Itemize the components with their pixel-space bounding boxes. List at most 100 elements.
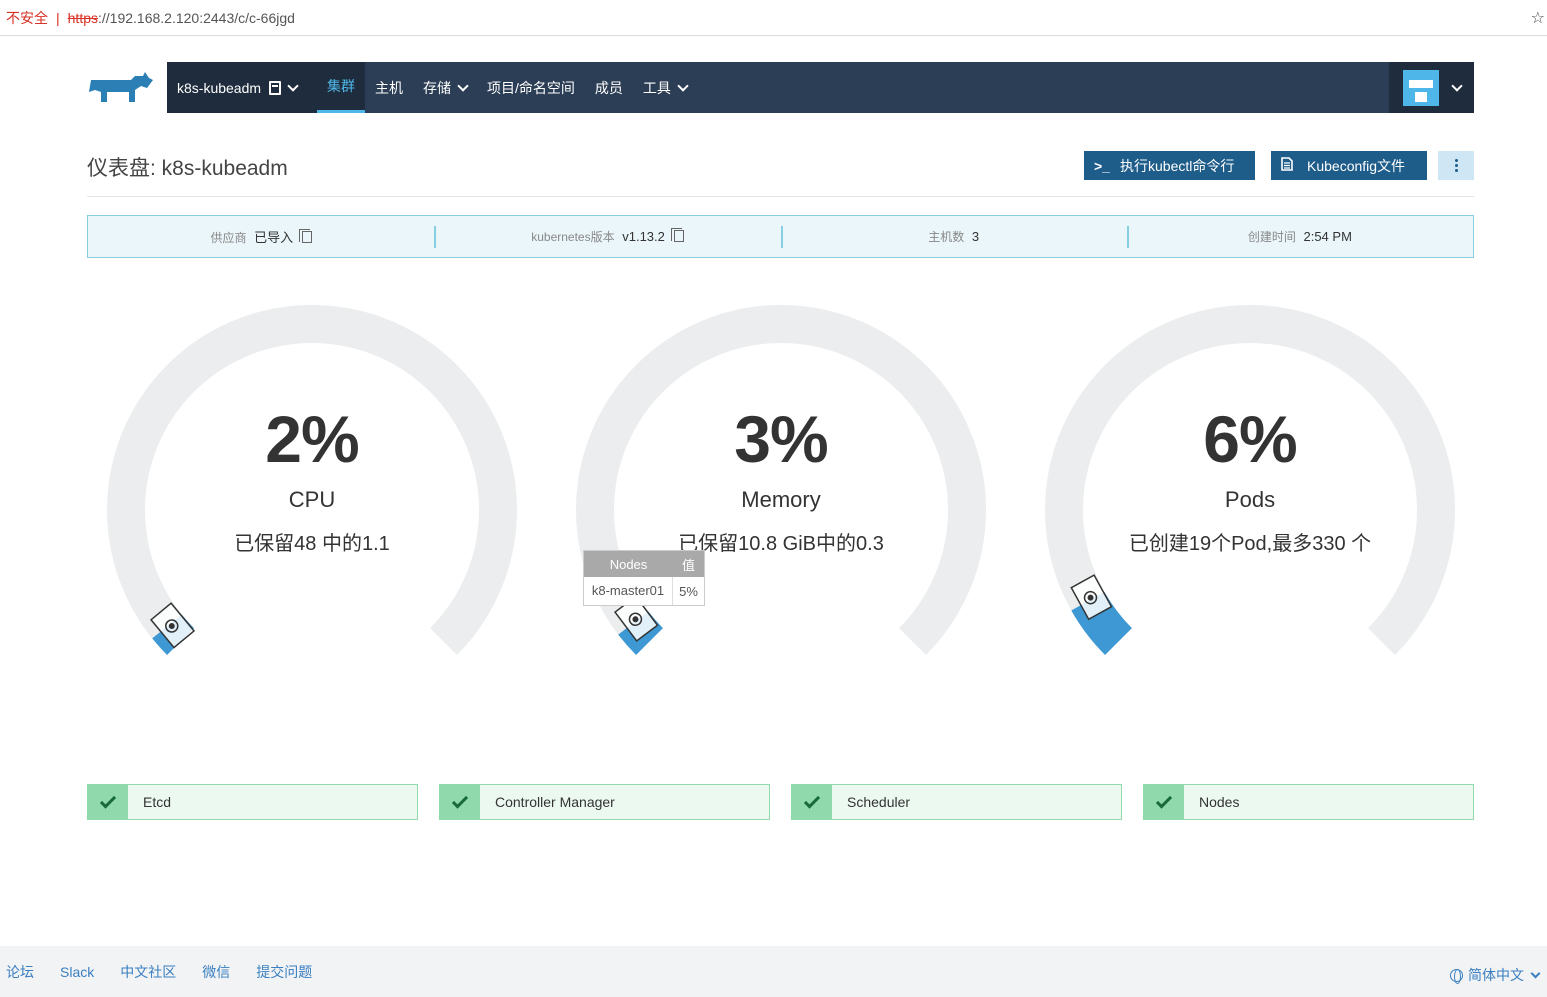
- gauge-arc: [107, 305, 517, 655]
- nav-item-label: 集群: [327, 78, 355, 94]
- component-status-scheduler: Scheduler: [791, 784, 1122, 820]
- component-status-controller-manager: Controller Manager: [439, 784, 770, 820]
- more-dot: [1454, 164, 1458, 167]
- footer-link-slack[interactable]: Slack: [60, 964, 94, 980]
- tooltip-col-value: 值: [681, 557, 695, 573]
- globe-icon: [1450, 968, 1463, 984]
- more-dot: [1454, 169, 1458, 172]
- user-menu[interactable]: [1389, 62, 1474, 113]
- gauge-tooltip: Nodes 值 k8-master01 5%: [583, 550, 705, 606]
- nav-item-cluster[interactable]: 集群: [317, 62, 365, 113]
- chevron-down-icon: [457, 79, 469, 92]
- check-icon: [1144, 785, 1184, 819]
- footer-link-community[interactable]: 中文社区: [120, 962, 176, 982]
- cluster-name: k8s-kubeadm: [177, 79, 262, 96]
- provider-value: 已导入: [254, 230, 294, 245]
- gauge-arc: [1045, 305, 1455, 655]
- insecure-label: 不安全: [6, 9, 48, 26]
- bookmark-star-icon[interactable]: ☆: [1531, 8, 1545, 28]
- footer-link-issue[interactable]: 提交问题: [256, 962, 312, 982]
- page-title: 仪表盘: k8s-kubeadm: [87, 157, 288, 180]
- tooltip-node-name: k8-master01: [584, 577, 673, 605]
- rancher-cow-icon: [89, 71, 153, 102]
- k8s-version-label: kubernetes版本: [531, 230, 615, 244]
- kubectl-button-label: 执行kubectl命令行: [1120, 157, 1235, 174]
- created-value: 2:54 PM: [1303, 229, 1352, 244]
- copy-icon[interactable]: [298, 229, 312, 243]
- provider-label: 供应商: [210, 231, 247, 245]
- k8s-version-value: v1.13.2: [622, 229, 665, 244]
- nav-item-members[interactable]: 成员: [585, 62, 633, 113]
- header-divider: [87, 196, 1474, 197]
- component-status-nodes: Nodes: [1143, 784, 1474, 820]
- check-icon: [792, 785, 832, 819]
- component-label: Scheduler: [847, 794, 911, 810]
- hosts-label: 主机数: [928, 230, 965, 244]
- gauge-track: [107, 305, 517, 655]
- nav-item-label: 存储: [423, 79, 451, 96]
- component-status-etcd: Etcd: [87, 784, 418, 820]
- footer-link-wechat[interactable]: 微信: [202, 962, 230, 982]
- nav-item-projects[interactable]: 项目/命名空间: [477, 62, 585, 113]
- chevron-down-icon: [287, 79, 299, 92]
- gauge-label: Pods: [1224, 487, 1276, 512]
- avatar: [1402, 69, 1439, 106]
- rancher-logo[interactable]: [87, 62, 167, 113]
- gauge-percent: 2%: [265, 402, 359, 476]
- cluster-doc-icon: [269, 80, 282, 95]
- memory-gauge: 3% Memory 已保留10.8 GiB中的0.3: [576, 305, 986, 665]
- cluster-info-bar: 供应商 已导入 kubernetes版本 v1.13.2 主机数 3 创建时间 …: [87, 215, 1474, 258]
- more-actions-button[interactable]: [1438, 151, 1474, 180]
- hosts-value: 3: [971, 229, 980, 244]
- created-label: 创建时间: [1247, 230, 1296, 244]
- language-label: 简体中文: [1468, 967, 1524, 983]
- check-icon: [88, 785, 128, 819]
- chevron-down-icon: [1450, 79, 1463, 92]
- component-label: Nodes: [1199, 794, 1240, 810]
- url-text: ://192.168.2.120:2443/c/c-66jgd: [98, 9, 295, 26]
- more-dot: [1454, 159, 1458, 162]
- kubectl-shell-button[interactable]: >_ 执行kubectl命令行: [1084, 151, 1255, 180]
- url-scheme: https: [67, 9, 98, 26]
- nav-item-label: 工具: [642, 79, 671, 96]
- copy-icon[interactable]: [670, 228, 684, 242]
- gauge-track: [1045, 305, 1455, 655]
- gauge-percent: 3%: [734, 402, 828, 476]
- nav-item-hosts[interactable]: 主机: [365, 62, 413, 113]
- tooltip-col-nodes: Nodes: [609, 556, 648, 572]
- check-icon: [440, 785, 480, 819]
- footer: 论坛 Slack 中文社区 微信 提交问题 简体中文: [0, 946, 1547, 997]
- file-icon: [1281, 157, 1307, 174]
- info-hosts: 主机数 3: [780, 226, 1127, 248]
- pods-gauge: 6% Pods 已创建19个Pod,最多330 个: [1045, 305, 1455, 665]
- gauge-arc: [576, 305, 986, 655]
- gauge-description: 已创建19个Pod,最多330 个: [1128, 533, 1372, 555]
- nav-item-label: 项目/命名空间: [487, 79, 575, 96]
- component-label: Controller Manager: [495, 794, 615, 810]
- top-navigation: k8s-kubeadm 集群 主机 存储 项目/命名空间 成员 工具: [87, 62, 1474, 113]
- browser-address-bar[interactable]: 不安全 | https ://192.168.2.120:2443/c/c-66…: [0, 0, 1547, 36]
- info-k8s-version: kubernetes版本 v1.13.2: [434, 226, 780, 248]
- footer-link-forum[interactable]: 论坛: [6, 962, 34, 982]
- nav-item-label: 成员: [594, 79, 623, 96]
- nav-item-label: 主机: [375, 79, 403, 96]
- tooltip-header: Nodes 值: [584, 551, 704, 577]
- gauge-percent: 6%: [1203, 402, 1297, 476]
- terminal-icon: >_: [1094, 157, 1110, 174]
- kubeconfig-button-label: Kubeconfig文件: [1307, 157, 1406, 174]
- gauge-label: Memory: [741, 487, 821, 512]
- nav-bar: k8s-kubeadm 集群 主机 存储 项目/命名空间 成员 工具: [167, 62, 1474, 113]
- nav-item-storage[interactable]: 存储: [413, 62, 477, 113]
- language-selector[interactable]: 简体中文: [1450, 965, 1541, 985]
- tooltip-node-value: 5%: [679, 583, 698, 599]
- chevron-down-icon: [1530, 968, 1541, 978]
- info-created: 创建时间 2:54 PM: [1126, 226, 1473, 248]
- nav-item-tools[interactable]: 工具: [633, 62, 697, 113]
- kubeconfig-button[interactable]: Kubeconfig文件: [1271, 151, 1427, 180]
- cpu-gauge: 2% CPU 已保留48 中的1.1: [107, 305, 517, 665]
- gauge-description: 已保留48 中的1.1: [234, 533, 390, 555]
- address-separator: |: [56, 9, 60, 26]
- cluster-selector[interactable]: k8s-kubeadm: [167, 62, 317, 113]
- gauge-label: CPU: [288, 487, 336, 512]
- tooltip-row: k8-master01 5%: [584, 577, 704, 605]
